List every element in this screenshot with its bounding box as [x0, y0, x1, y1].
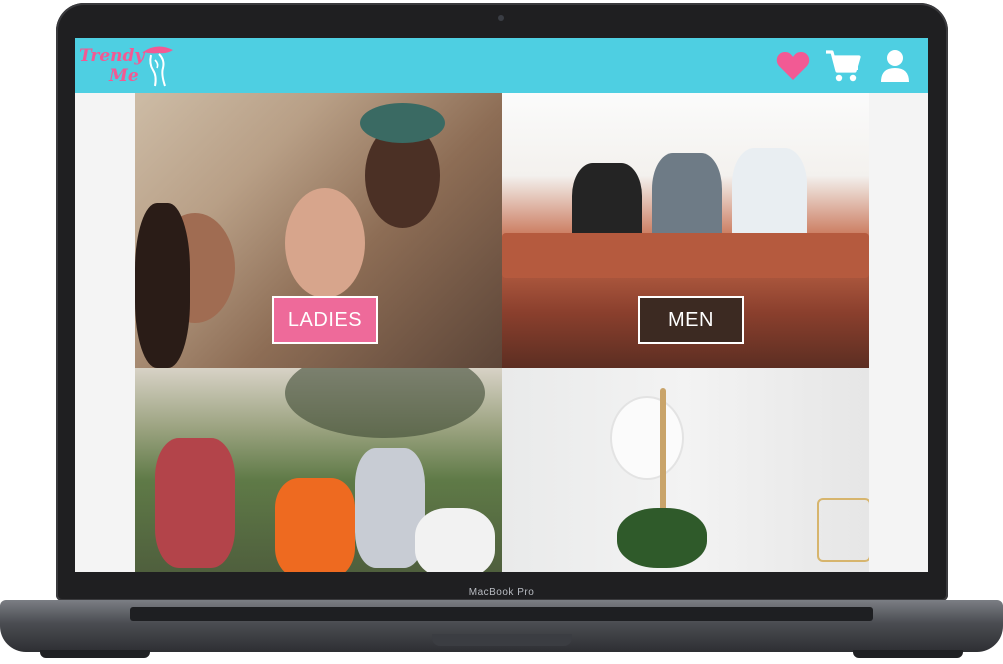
- photo-face: [285, 188, 365, 298]
- ladies-category-tile[interactable]: LADIES: [135, 93, 502, 368]
- logo-woman-hat-icon: [143, 46, 173, 87]
- photo-headscarf: [360, 103, 445, 143]
- cart-icon: [826, 50, 861, 82]
- home-category-tile[interactable]: [502, 368, 869, 572]
- user-icon: [881, 50, 909, 82]
- browser-screen: Trendy Me LADIES MEN: [75, 38, 928, 572]
- photo-child: [415, 508, 495, 572]
- men-button[interactable]: MEN: [638, 296, 744, 344]
- men-category-tile[interactable]: MEN: [502, 93, 869, 368]
- category-grid: LADIES MEN: [135, 93, 869, 572]
- photo-tree: [285, 368, 485, 438]
- laptop-foot: [40, 650, 150, 658]
- kids-category-tile[interactable]: [135, 368, 502, 572]
- webcam: [498, 15, 504, 21]
- photo-lantern: [817, 498, 869, 562]
- photo-hair: [135, 203, 190, 368]
- trackpad-notch: [432, 634, 572, 646]
- logo-text-trendy: Trendy: [79, 46, 145, 66]
- heart-icon: [776, 52, 810, 80]
- photo-leaves: [617, 508, 707, 568]
- device-label: MacBook Pro: [468, 587, 535, 598]
- photo-orchid: [612, 398, 682, 478]
- laptop-foot: [853, 650, 963, 658]
- site-logo[interactable]: Trendy Me: [79, 42, 179, 90]
- photo-child: [155, 438, 235, 568]
- user-account-icon[interactable]: [877, 48, 913, 84]
- shopping-cart-icon[interactable]: [825, 48, 861, 84]
- wishlist-heart-icon[interactable]: [775, 48, 811, 84]
- photo-wall: [502, 233, 869, 278]
- logo-text-me: Me: [109, 66, 139, 86]
- photo-child: [275, 478, 355, 572]
- ladies-button[interactable]: LADIES: [272, 296, 378, 344]
- site-header: Trendy Me: [75, 38, 928, 93]
- keyboard-edge: [130, 607, 873, 621]
